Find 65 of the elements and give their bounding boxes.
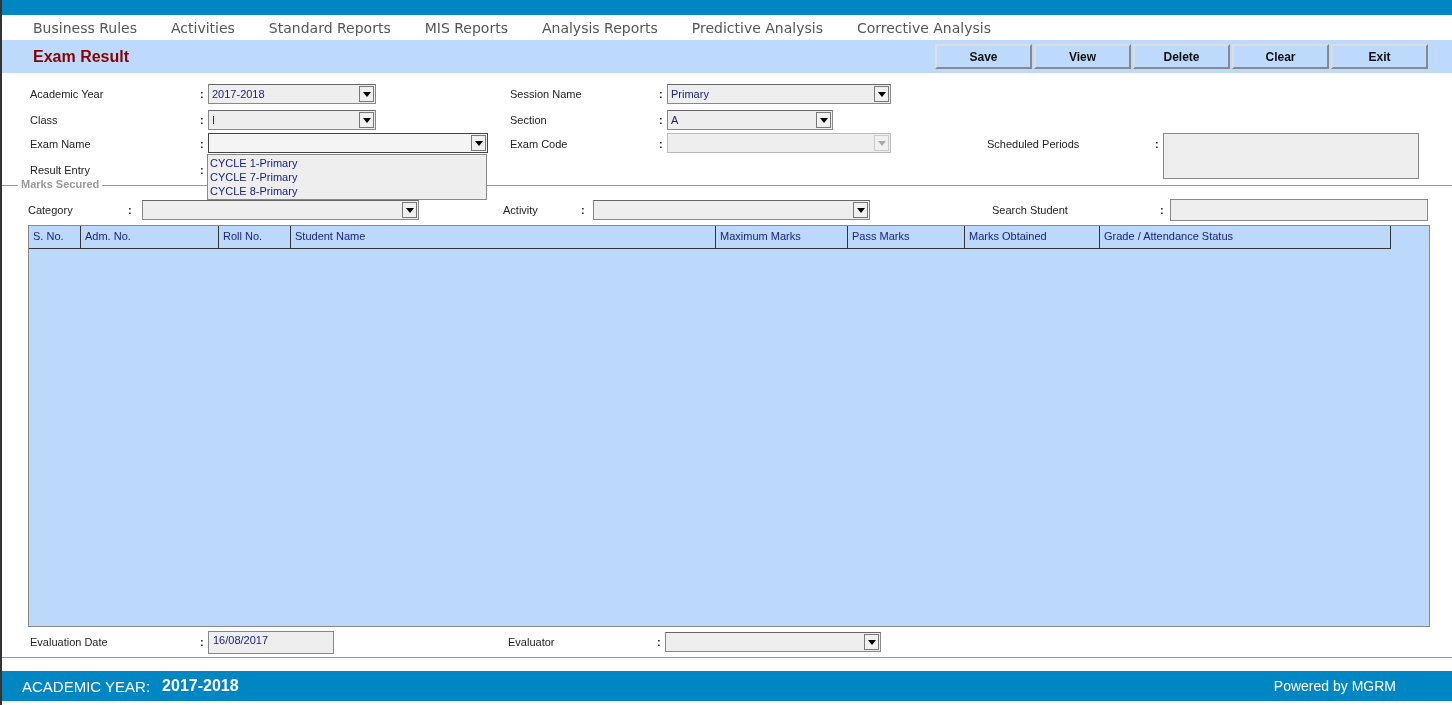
dropdown-option[interactable]: CYCLE 8-Primary xyxy=(210,184,484,198)
field-label: Session Name xyxy=(510,88,582,100)
toolbar-button[interactable]: Clear xyxy=(1232,44,1329,69)
colon: : xyxy=(659,88,664,100)
colon: : xyxy=(659,114,664,126)
colon: : xyxy=(1160,204,1165,216)
dropdown-option[interactable]: CYCLE 7-Primary xyxy=(210,170,484,184)
column-header[interactable]: Roll No. xyxy=(219,226,291,248)
field-label: Activity xyxy=(503,204,538,216)
session-dropdown[interactable]: Primary xyxy=(667,84,891,104)
menu-item[interactable]: MIS Reports xyxy=(424,19,508,36)
menu-item[interactable]: Analysis Reports xyxy=(541,19,658,36)
field-label: Academic Year xyxy=(30,88,104,100)
footer-year: 2017-2018 xyxy=(162,677,239,695)
field-label: Result Entry xyxy=(30,164,90,176)
column-header[interactable]: Student Name xyxy=(291,226,716,248)
page-title: Exam Result xyxy=(33,47,130,66)
column-header[interactable]: Grade / Attendance Status xyxy=(1100,226,1391,248)
column-header[interactable]: Marks Obtained xyxy=(965,226,1100,248)
colon: : xyxy=(200,636,205,648)
column-header[interactable]: Pass Marks xyxy=(848,226,965,248)
search-field[interactable] xyxy=(1170,199,1428,221)
field-label: Class xyxy=(30,114,58,126)
colon: : xyxy=(200,164,205,176)
section-dropdown[interactable]: A xyxy=(667,110,833,130)
column-header[interactable]: Adm. No. xyxy=(81,226,219,248)
activity-dropdown[interactable] xyxy=(593,200,870,220)
dropdown-option[interactable]: CYCLE 1-Primary xyxy=(210,156,484,170)
evaluator-dropdown[interactable] xyxy=(665,632,881,652)
colon: : xyxy=(1155,137,1160,152)
colon: : xyxy=(200,137,205,152)
colon: : xyxy=(128,204,133,216)
column-header[interactable]: S. No. xyxy=(29,226,81,248)
colon: : xyxy=(581,204,586,216)
class-dropdown[interactable]: I xyxy=(208,110,376,130)
colon: : xyxy=(200,114,205,126)
field-label: Exam Code xyxy=(510,137,568,152)
colon: : xyxy=(657,636,662,648)
exam-dropdown[interactable] xyxy=(208,133,488,153)
toolbar-button[interactable]: View xyxy=(1034,44,1131,69)
category-dropdown[interactable] xyxy=(142,200,419,220)
menu-item[interactable]: Business Rules xyxy=(33,19,137,36)
powered-by-text: Powered by MGRM xyxy=(1273,678,1396,694)
toolbar-button[interactable]: Save xyxy=(935,44,1032,69)
menu-item[interactable]: Activities xyxy=(170,19,235,36)
footer-label: ACADEMIC YEAR: xyxy=(22,677,151,695)
section-legend: Marks Secured xyxy=(18,178,103,190)
menu-item[interactable]: Predictive Analysis xyxy=(691,19,823,36)
scheduled-periods-field[interactable] xyxy=(1163,133,1419,179)
year-dropdown[interactable]: 2017-2018 xyxy=(208,84,376,104)
field-label: Search Student xyxy=(992,204,1068,216)
colon: : xyxy=(200,88,205,100)
field-label: Category xyxy=(28,204,73,216)
menu-item[interactable]: Standard Reports xyxy=(268,19,391,36)
date-field[interactable]: 16/08/2017 xyxy=(208,630,334,654)
toolbar-button[interactable]: Delete xyxy=(1133,44,1230,69)
field-label: Exam Name xyxy=(30,137,91,152)
field-label: Section xyxy=(510,114,547,126)
field-label: Evaluation Date xyxy=(30,636,108,648)
colon: : xyxy=(659,137,664,152)
toolbar-button[interactable]: Exit xyxy=(1331,44,1428,69)
field-label: Evaluator xyxy=(508,636,555,648)
menu-item[interactable]: Corrective Analysis xyxy=(856,19,991,36)
field-label: Scheduled Periods xyxy=(987,137,1080,152)
column-header[interactable]: Maximum Marks xyxy=(716,226,848,248)
